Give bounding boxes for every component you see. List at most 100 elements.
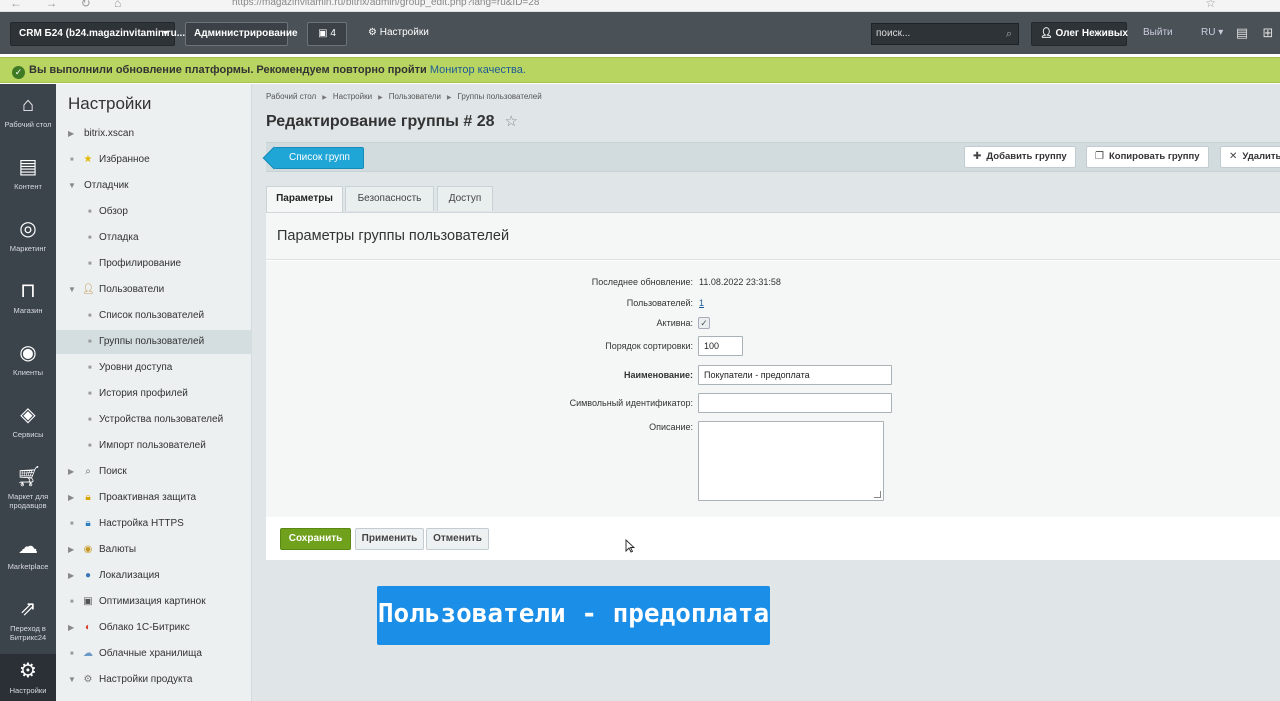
sort-input[interactable]: 100	[698, 336, 743, 356]
breadcrumb-item[interactable]: Пользователи	[389, 92, 441, 101]
user-button[interactable]: 👤︎ Олег Неживых	[1031, 22, 1128, 46]
menu-item-cloud-storage[interactable]: ■ ☁ Облачные хранилища	[56, 642, 252, 666]
description-textarea[interactable]	[698, 421, 884, 501]
search-icon: ⌕	[1005, 28, 1012, 40]
user-icon: 👤︎	[1040, 28, 1053, 39]
home-icon: ⌂	[21, 94, 35, 116]
site-switcher-button[interactable]: CRM Б24 (b24.magazinvitamin.ru... ▾	[10, 22, 185, 46]
menu-item-user-import[interactable]: ■ Импорт пользователей	[56, 434, 252, 458]
pin-icon[interactable]: ⊞	[1261, 26, 1275, 40]
menu-item-currencies[interactable]: ▶ ◉ Валюты	[56, 538, 252, 562]
browser-bar: ← → ↻ ⌂ https://magazinvitamin.ru/bitrix…	[0, 0, 1280, 12]
menu-item-user-devices[interactable]: ■ Устройства пользователей	[56, 408, 252, 432]
menu-item-access-levels[interactable]: ■ Уровни доступа	[56, 356, 252, 380]
breadcrumb: Рабочий стол ▶ Настройки ▶ Пользователи ▶ Груп…	[266, 92, 542, 101]
rail-item-seller-market[interactable]: 🛒︎ Маркет для продавцов	[0, 456, 56, 526]
menu-item-xscan[interactable]: ▶ bitrix.xscan	[56, 122, 252, 146]
menu-item-product-settings[interactable]: ▼ ⚙ Настройки продукта	[56, 668, 252, 692]
breadcrumb-item[interactable]: Группы пользователей	[458, 92, 542, 101]
save-button[interactable]: Сохранить	[280, 528, 351, 550]
favorite-star-icon[interactable]: ☆	[505, 113, 518, 130]
menu-item-favorites[interactable]: ■ ★ Избранное	[56, 148, 252, 172]
group-form: Последнее обновление: 11.08.2022 23:31:5…	[266, 261, 1280, 517]
quality-monitor-link[interactable]: Монитор качества.	[430, 64, 526, 76]
sort-label: Порядок сортировки:	[605, 341, 693, 351]
menu-item-https[interactable]: ■ 🔒︎ Настройка HTTPS	[56, 512, 252, 536]
user-icon: 👤︎	[82, 284, 95, 295]
browser-nav-icons[interactable]: ← → ↻ ⌂	[10, 0, 131, 10]
language-switcher[interactable]: RU ▾	[1193, 22, 1231, 46]
cloud-icon: ◐	[84, 622, 92, 633]
users-count-link[interactable]: 1	[699, 298, 704, 308]
add-group-button[interactable]: ✚ Добавить группу	[964, 146, 1076, 168]
search-input[interactable]: поиск... ⌕	[871, 23, 1019, 45]
breadcrumb-item[interactable]: Настройки	[333, 92, 372, 101]
https-lock-icon: 🔒︎	[85, 518, 91, 529]
browser-url[interactable]: https://magazinvitamin.ru/bitrix/admin/g…	[232, 0, 539, 8]
copy-group-button[interactable]: ❐ Копировать группу	[1086, 146, 1209, 168]
rail-item-clients[interactable]: ◉ Клиенты	[0, 332, 56, 392]
menu-item-debugger[interactable]: ▼ Отладчик	[56, 174, 252, 198]
tab-access[interactable]: Доступ	[437, 186, 493, 211]
cloud-icon: ☁	[18, 536, 38, 558]
group-list-button[interactable]: Список групп	[274, 147, 364, 169]
rail-item-bitrix24[interactable]: ⇗ Переход в Битрикс24	[0, 588, 56, 654]
notifications-button[interactable]: ▣ 4	[307, 22, 347, 46]
updated-value: 11.08.2022 23:31:58	[699, 277, 781, 287]
name-input[interactable]: Покупатели - предоплата	[698, 365, 892, 385]
search-icon: ⌕	[85, 466, 91, 477]
cancel-button[interactable]: Отменить	[426, 528, 489, 550]
tab-security[interactable]: Безопасность	[345, 186, 434, 211]
menu-item-search[interactable]: ▶ ⌕ Поиск	[56, 460, 252, 484]
menu-item-profile-history[interactable]: ■ История профилей	[56, 382, 252, 406]
clients-icon: ◉	[19, 342, 37, 364]
active-checkbox[interactable]: ✓	[698, 317, 710, 329]
transition-icon: ⇗	[19, 598, 37, 620]
active-label: Активна:	[656, 318, 693, 328]
basket-icon: ⊓	[20, 280, 36, 302]
checkmark-icon: ✓	[700, 318, 708, 328]
delete-group-button[interactable]: ✕ Удалить	[1220, 146, 1280, 168]
lock-icon: 🔒︎	[85, 492, 91, 503]
menu-item-image-optimization[interactable]: ■ ▣ Оптимизация картинок	[56, 590, 252, 614]
toggle-panel-icon[interactable]: ▤	[1235, 26, 1249, 40]
menu-item-overview[interactable]: ■ Обзор	[56, 200, 252, 224]
rail-item-desktop[interactable]: ⌂ Рабочий стол	[0, 84, 56, 144]
breadcrumb-item[interactable]: Рабочий стол	[266, 92, 316, 101]
menu-item-proactive-protection[interactable]: ▶ 🔒︎ Проактивная защита	[56, 486, 252, 510]
notifications-count: 4	[330, 28, 336, 39]
menu-item-bitrix-cloud[interactable]: ▶ ◐ Облако 1С-Битрикс	[56, 616, 252, 640]
menu-item-debug[interactable]: ■ Отладка	[56, 226, 252, 250]
rail-item-marketplace[interactable]: ☁ Marketplace	[0, 526, 56, 586]
rail-item-services[interactable]: ◈ Сервисы	[0, 394, 56, 454]
gear-icon: ⚙	[19, 660, 37, 682]
apply-button[interactable]: Применить	[355, 528, 424, 550]
rail-item-settings[interactable]: ⚙ Настройки	[0, 654, 56, 701]
target-icon: ◎	[19, 218, 37, 240]
menu-item-profiling[interactable]: ■ Профилирование	[56, 252, 252, 276]
menu-item-users[interactable]: ▼ 👤︎ Пользователи	[56, 278, 252, 302]
panel-title: Параметры группы пользователей	[277, 228, 510, 244]
gear-icon: ⚙	[368, 27, 377, 38]
code-input[interactable]	[698, 393, 892, 413]
menu-item-user-groups[interactable]: ■ Группы пользователей	[56, 330, 252, 354]
tab-parameters[interactable]: Параметры	[266, 186, 343, 213]
coin-icon: ◉	[83, 544, 93, 555]
updated-label: Последнее обновление:	[591, 277, 693, 287]
settings-button[interactable]: ⚙ Настройки	[360, 22, 437, 46]
administration-button[interactable]: Администрирование	[185, 22, 298, 46]
rail-item-marketing[interactable]: ◎ Маркетинг	[0, 208, 56, 268]
admin-panel: CRM Б24 (b24.magazinvitamin.ru... ▾ Адми…	[0, 12, 1280, 54]
copy-icon: ❐	[1095, 151, 1104, 162]
rail-item-content[interactable]: ▤ Контент	[0, 146, 56, 206]
gear-icon: ⚙	[83, 674, 93, 685]
users-label: Пользователей:	[626, 298, 693, 308]
menu-item-localization[interactable]: ▶ ● Локализация	[56, 564, 252, 588]
update-notice: ✓ Вы выполнили обновление платформы. Реко…	[0, 57, 1280, 83]
logout-button[interactable]: Выйти	[1135, 22, 1181, 46]
rail-item-shop[interactable]: ⊓ Магазин	[0, 270, 56, 330]
menu-title: Настройки	[68, 94, 152, 113]
menu-item-user-list[interactable]: ■ Список пользователей	[56, 304, 252, 328]
description-label: Описание:	[649, 422, 693, 432]
bookmark-star-icon[interactable]: ☆	[1205, 0, 1216, 10]
